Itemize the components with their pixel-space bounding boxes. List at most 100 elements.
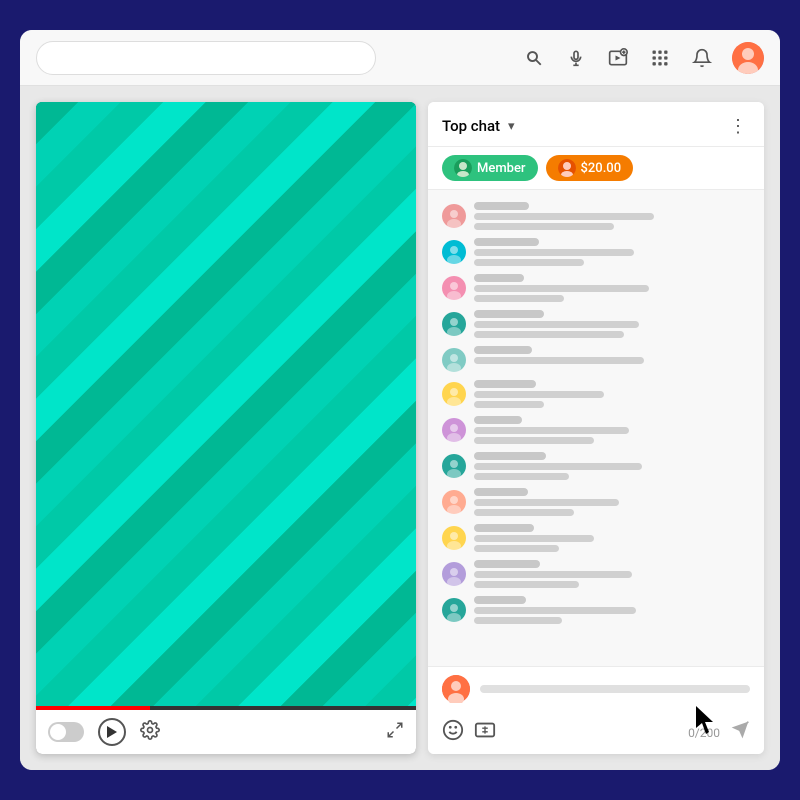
settings-icon[interactable] — [140, 720, 160, 745]
superchat-filter-label: $20.00 — [581, 161, 622, 176]
chat-message — [428, 520, 764, 556]
chat-message — [428, 448, 764, 484]
chat-name-bar — [474, 238, 539, 246]
chat-name-bar — [474, 524, 534, 532]
chat-line — [474, 617, 562, 624]
video-progress-bar[interactable] — [36, 706, 416, 710]
chat-line — [474, 285, 649, 292]
browser-toolbar — [20, 30, 780, 86]
chat-line — [474, 331, 624, 338]
user-avatar-toolbar[interactable] — [732, 42, 764, 74]
superchat-filter-avatar — [558, 159, 576, 177]
chat-more-button[interactable]: ⋮ — [726, 114, 750, 138]
chat-name-bar — [474, 560, 540, 568]
chat-line — [474, 213, 654, 220]
chat-line — [474, 545, 559, 552]
chat-text-block — [474, 596, 750, 624]
chat-line — [474, 581, 579, 588]
chat-message — [428, 234, 764, 270]
chat-line — [474, 295, 564, 302]
chat-line — [474, 499, 619, 506]
chat-name-bar — [474, 596, 526, 604]
chat-line — [474, 535, 594, 542]
chat-text-block — [474, 380, 750, 408]
chat-line — [474, 509, 574, 516]
chat-line — [474, 473, 569, 480]
address-bar[interactable] — [36, 41, 376, 75]
chat-name-bar — [474, 380, 536, 388]
chat-line — [474, 249, 634, 256]
chat-avatar — [442, 276, 466, 300]
chat-name-bar — [474, 274, 524, 282]
search-icon[interactable] — [522, 46, 546, 70]
autoplay-toggle[interactable] — [48, 722, 84, 742]
chat-dropdown-icon[interactable]: ▾ — [508, 119, 515, 134]
chat-avatar — [442, 240, 466, 264]
chat-avatar — [442, 490, 466, 514]
chat-name-bar — [474, 346, 532, 354]
chat-text-block — [474, 524, 750, 552]
chat-line — [474, 463, 642, 470]
chat-messages-list[interactable] — [428, 190, 764, 666]
chat-input-placeholder — [480, 685, 750, 693]
create-icon[interactable] — [606, 46, 630, 70]
chat-avatar — [442, 382, 466, 406]
video-stripes — [36, 102, 416, 706]
chat-message — [428, 306, 764, 342]
member-filter-badge[interactable]: Member — [442, 155, 538, 181]
chat-message — [428, 376, 764, 412]
microphone-icon[interactable] — [564, 46, 588, 70]
superchat-button[interactable] — [474, 719, 496, 746]
chat-avatar — [442, 598, 466, 622]
fullscreen-icon[interactable] — [386, 721, 404, 743]
chat-name-bar — [474, 452, 546, 460]
member-filter-avatar — [454, 159, 472, 177]
toolbar-icons — [522, 42, 764, 74]
chat-line — [474, 357, 644, 364]
video-frame[interactable] — [36, 102, 416, 706]
chat-line — [474, 427, 629, 434]
chat-message — [428, 592, 764, 628]
apps-icon[interactable] — [648, 46, 672, 70]
chat-text-block — [474, 274, 750, 302]
chat-message — [428, 198, 764, 234]
chat-text-block — [474, 488, 750, 516]
chat-text-block — [474, 202, 750, 230]
superchat-filter-badge[interactable]: $20.00 — [546, 155, 634, 181]
chat-avatar — [442, 312, 466, 336]
chat-avatar — [442, 454, 466, 478]
chat-filters: Member $20.00 — [428, 147, 764, 190]
emoji-button[interactable] — [442, 719, 464, 746]
chat-text-block — [474, 560, 750, 588]
chat-header: Top chat ▾ ⋮ — [428, 102, 764, 147]
chat-text-block — [474, 452, 750, 480]
chat-message — [428, 342, 764, 376]
chat-avatar — [442, 348, 466, 372]
chat-avatar — [442, 562, 466, 586]
chat-text-block — [474, 346, 750, 364]
chat-message — [428, 556, 764, 592]
play-button[interactable] — [98, 718, 126, 746]
chat-text-block — [474, 310, 750, 338]
chat-line — [474, 223, 614, 230]
chat-line — [474, 571, 632, 578]
browser-window: Top chat ▾ ⋮ Member — [20, 30, 780, 770]
chat-message — [428, 412, 764, 448]
chat-avatar — [442, 418, 466, 442]
chat-avatar — [442, 526, 466, 550]
chat-message — [428, 484, 764, 520]
chat-text-block — [474, 238, 750, 266]
top-chat-title: Top chat — [442, 117, 500, 135]
browser-content: Top chat ▾ ⋮ Member — [20, 86, 780, 770]
char-count: 0/200 — [688, 726, 720, 740]
video-controls — [36, 710, 416, 754]
send-button[interactable] — [730, 720, 750, 745]
notifications-icon[interactable] — [690, 46, 714, 70]
video-progress-fill — [36, 706, 150, 710]
chat-name-bar — [474, 310, 544, 318]
chat-current-user-row — [428, 666, 764, 711]
chat-line — [474, 259, 584, 266]
chat-name-bar — [474, 202, 529, 210]
chat-avatar — [442, 204, 466, 228]
chat-message — [428, 270, 764, 306]
